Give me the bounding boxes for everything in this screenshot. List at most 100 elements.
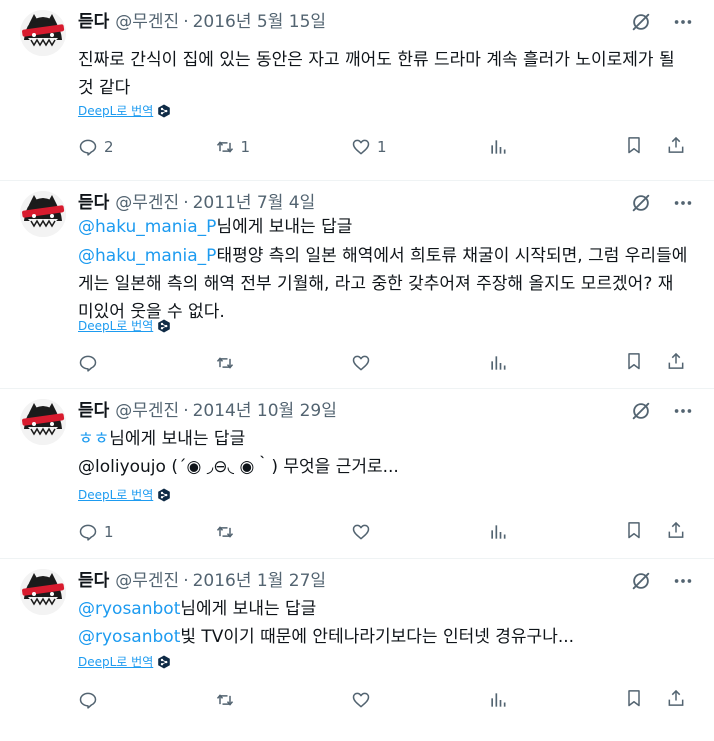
tweet-text-line: 게는 일본해 측의 해역 전부 기월해, 라고 중한 갖추어져 주장해 올지도 …	[78, 274, 674, 294]
reply-button[interactable]	[78, 353, 118, 373]
reply-context: @ryosanbot님에게 보내는 답글	[78, 597, 316, 621]
reply-context: @haku_mania_P님에게 보내는 답글	[78, 215, 352, 239]
bookmark-button[interactable]	[624, 135, 644, 159]
more-icon[interactable]	[672, 11, 694, 33]
tweet[interactable]: 듣다 @무겐진 · 2014년 10월 29일 ㅎㅎ님에게 보내는 답글 @loliy…	[0, 388, 714, 559]
translate-link[interactable]: DeepL로 번역	[78, 317, 171, 335]
grok-icon[interactable]	[630, 570, 652, 592]
more-icon[interactable]	[672, 400, 694, 422]
reply-mention-link[interactable]: @ryosanbot	[78, 599, 180, 619]
bookmark-icon	[624, 520, 644, 540]
translate-label: DeepL로 번역	[78, 488, 154, 502]
tweet-text-line: 것 같다	[78, 78, 131, 98]
bookmark-button[interactable]	[624, 520, 644, 544]
tweet-actions-right	[624, 135, 686, 159]
more-icon[interactable]	[672, 192, 694, 214]
deepl-logo-icon	[157, 488, 171, 502]
retweet-icon	[215, 690, 235, 710]
deepl-logo-icon	[157, 104, 171, 118]
reply-button[interactable]: 2	[78, 137, 118, 157]
more-icon[interactable]	[672, 570, 694, 592]
tweet[interactable]: 듣다 @무겐진 · 2016년 5월 15일 진짜로 간식이 집에 있는 동안은 자고…	[0, 0, 714, 180]
separator-dot: ·	[183, 401, 189, 421]
user-handle[interactable]: @무겐진	[115, 571, 179, 591]
bookmark-button[interactable]	[624, 351, 644, 375]
like-button[interactable]	[351, 690, 391, 710]
user-name[interactable]: 듣다	[78, 193, 109, 213]
grok-icon[interactable]	[630, 192, 652, 214]
views-button[interactable]	[488, 137, 528, 157]
avatar[interactable]	[20, 10, 66, 56]
like-button[interactable]: 1	[351, 137, 391, 157]
reply-button[interactable]	[78, 690, 118, 710]
translate-link[interactable]: DeepL로 번역	[78, 653, 171, 671]
translate-label: DeepL로 번역	[78, 655, 154, 669]
share-icon	[666, 135, 686, 155]
tweet-text: 진짜로 간식이 집에 있는 동안은 자고 깨어도 한류 드라마 계속 흘러가 노…	[78, 46, 696, 102]
avatar[interactable]	[20, 569, 66, 615]
tweet-actions-right	[624, 688, 686, 712]
grok-icon[interactable]	[630, 11, 652, 33]
user-handle[interactable]: @무겐진	[115, 193, 179, 213]
like-icon	[351, 690, 371, 710]
bookmark-button[interactable]	[624, 688, 644, 712]
tweet[interactable]: 듣다 @무겐진 · 2011년 7월 4일 @haku_mania_P님에게 보내는 …	[0, 180, 714, 389]
share-icon	[666, 688, 686, 708]
reply-count: 2	[104, 138, 114, 156]
views-icon	[488, 353, 508, 373]
like-button[interactable]	[351, 353, 391, 373]
share-button[interactable]	[666, 688, 686, 712]
reply-icon	[78, 690, 98, 710]
views-button[interactable]	[488, 522, 528, 542]
translate-link[interactable]: DeepL로 번역	[78, 486, 171, 504]
views-button[interactable]	[488, 690, 528, 710]
user-name[interactable]: 듣다	[78, 571, 109, 591]
retweet-icon	[215, 522, 235, 542]
tweet-date[interactable]: 2016년 5월 15일	[193, 12, 326, 32]
tweet-text: @loliyoujo (´◉ ◞⊖◟ ◉｀) 무엇을 근거로...	[78, 453, 696, 481]
user-handle[interactable]: @무겐진	[115, 401, 179, 421]
mention-link[interactable]: @haku_mania_P	[78, 246, 216, 266]
reply-button[interactable]: 1	[78, 522, 118, 542]
tweet-date[interactable]: 2011년 7월 4일	[193, 193, 316, 213]
avatar[interactable]	[20, 191, 66, 237]
tweet-text-line: 빛 TV이기 때문에 안테나라기보다는 인터넷 경유구나...	[180, 627, 575, 647]
tweet-header: 듣다 @무겐진 · 2016년 5월 15일	[78, 10, 694, 34]
separator-dot: ·	[183, 571, 189, 591]
retweet-button[interactable]	[215, 353, 255, 373]
tweet-header-icons	[630, 399, 694, 423]
views-icon	[488, 137, 508, 157]
share-button[interactable]	[666, 351, 686, 375]
tweet-text-line: 진짜로 간식이 집에 있는 동안은 자고 깨어도 한류 드라마 계속 흘러가 노…	[78, 50, 675, 70]
like-icon	[351, 137, 371, 157]
tweet-actions	[78, 350, 686, 376]
reply-suffix: 님에게 보내는 답글	[180, 599, 317, 619]
share-button[interactable]	[666, 520, 686, 544]
avatar[interactable]	[20, 399, 66, 445]
bookmark-icon	[624, 135, 644, 155]
retweet-button[interactable]	[215, 690, 255, 710]
user-name[interactable]: 듣다	[78, 401, 109, 421]
tweet-text-line: @loliyoujo (´◉ ◞⊖◟ ◉｀) 무엇을 근거로...	[78, 457, 399, 477]
retweet-button[interactable]: 1	[215, 137, 255, 157]
reply-mention-link[interactable]: ㅎㅎ	[78, 429, 109, 449]
user-handle[interactable]: @무겐진	[115, 12, 179, 32]
translate-link[interactable]: DeepL로 번역	[78, 102, 171, 120]
views-button[interactable]	[488, 353, 528, 373]
tweet-date[interactable]: 2014년 10월 29일	[193, 401, 337, 421]
tweet-header-icons	[630, 191, 694, 215]
bookmark-icon	[624, 688, 644, 708]
reply-mention-link[interactable]: @haku_mania_P	[78, 217, 216, 237]
retweet-button[interactable]	[215, 522, 255, 542]
user-name[interactable]: 듣다	[78, 12, 109, 32]
grok-icon[interactable]	[630, 400, 652, 422]
retweet-icon	[215, 353, 235, 373]
tweet[interactable]: 듣다 @무겐진 · 2016년 1월 27일 @ryosanbot님에게 보내는 답글…	[0, 558, 714, 741]
tweet-date[interactable]: 2016년 1월 27일	[193, 571, 326, 591]
mention-link[interactable]: @ryosanbot	[78, 627, 180, 647]
tweet-actions: 2 1 1	[78, 134, 686, 160]
reply-suffix: 님에게 보내는 답글	[216, 217, 353, 237]
views-icon	[488, 522, 508, 542]
like-button[interactable]	[351, 522, 391, 542]
share-button[interactable]	[666, 135, 686, 159]
